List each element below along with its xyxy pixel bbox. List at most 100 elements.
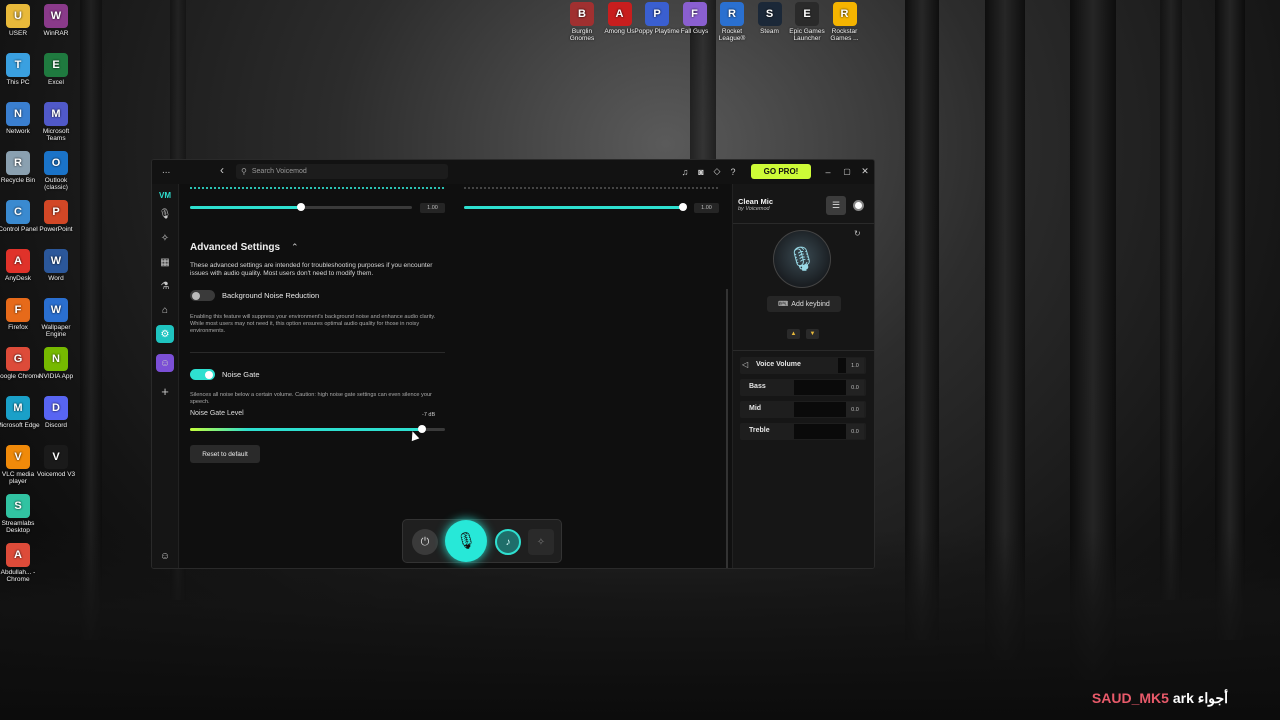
grid-icon[interactable]: ▦: [156, 253, 174, 271]
voice-volume-label: Voice Volume: [756, 361, 801, 368]
firefox-icon: F: [6, 298, 30, 322]
output-volume-slider[interactable]: [464, 203, 687, 211]
noise-gate-label: Noise Gate: [222, 370, 260, 379]
collapse-icon[interactable]: ⌃: [291, 242, 299, 253]
output-volume-value[interactable]: 1.00: [694, 203, 719, 213]
word-icon: W: [44, 249, 68, 273]
sparkle-icon[interactable]: ✧: [156, 229, 174, 247]
thumbs-down-button[interactable]: ▼: [806, 329, 819, 339]
sliders-icon[interactable]: ☰: [826, 196, 846, 215]
desktop-icon-label: WinRAR: [43, 30, 69, 37]
noise-gate-level-slider[interactable]: [190, 425, 445, 433]
search-placeholder: Search Voicemod: [251, 168, 307, 175]
desktop-icon[interactable]: M Microsoft Teams: [33, 102, 79, 142]
help-button[interactable]: ?: [726, 164, 740, 179]
close-button[interactable]: ✕: [858, 164, 872, 179]
desktop-icon[interactable]: P PowerPoint: [33, 200, 79, 233]
minimize-button[interactable]: –: [821, 164, 835, 179]
add-keybind-button[interactable]: ⌨ Add keybind: [767, 296, 841, 312]
input-volume-value[interactable]: 1.00: [420, 203, 445, 213]
desktop-icon[interactable]: W Wallpaper Engine: [33, 298, 79, 338]
chrome-icon: A: [6, 543, 30, 567]
scrollbar[interactable]: [726, 289, 728, 568]
desktop-icon-label: Voicemod V3: [36, 471, 76, 478]
desktop-icon-label: Excel: [48, 79, 64, 86]
settings-icon[interactable]: ⚙: [156, 325, 174, 343]
bell-icon[interactable]: ♫: [678, 164, 692, 179]
desktop-icon[interactable]: W Word: [33, 249, 79, 282]
desktop-icon-label: Abdullah... - Chrome: [0, 569, 36, 583]
bass-row[interactable]: Bass 0.0: [740, 379, 866, 396]
voice-volume-value[interactable]: 1.0: [846, 358, 864, 373]
desktop-icon[interactable]: W WinRAR: [33, 4, 79, 37]
anydesk-icon: A: [6, 249, 30, 273]
slider-knob[interactable]: [297, 203, 305, 211]
maximize-button[interactable]: ▢: [840, 164, 854, 179]
noise-gate-toggle[interactable]: [190, 369, 215, 380]
gift-icon[interactable]: ⌂: [156, 301, 174, 319]
add-icon[interactable]: +: [156, 382, 174, 400]
power-button[interactable]: ⏻: [412, 529, 438, 555]
wallpaper-engine-icon: W: [44, 298, 68, 322]
desktop-icon[interactable]: O Outlook (classic): [33, 151, 79, 191]
recycle-bin-icon: R: [6, 151, 30, 175]
back-button[interactable]: ‹: [220, 163, 224, 177]
divider: [733, 350, 874, 351]
speaker-icon: ◁: [742, 360, 749, 369]
voice-lab-icon[interactable]: ☺: [156, 354, 174, 372]
input-volume-slider[interactable]: [190, 203, 412, 211]
voice-changer-mic-button[interactable]: 🎙: [445, 520, 487, 562]
output-level-meter: [464, 187, 719, 189]
mid-value[interactable]: 0.0: [846, 402, 864, 417]
advanced-settings-title: Advanced Settings: [190, 242, 281, 253]
desktop-icon[interactable]: N NVIDIA App: [33, 347, 79, 380]
monitor-icon: T: [6, 53, 30, 77]
watermark: SAUD_MK5 ark أجواء: [1092, 690, 1228, 707]
flask-icon[interactable]: ⚗: [156, 277, 174, 295]
desktop-icon-label: Microsoft Teams: [42, 128, 70, 142]
slider-knob[interactable]: [679, 203, 687, 211]
desktop-icon[interactable]: V Voicemod V3: [33, 445, 79, 478]
user-icon[interactable]: ☺: [156, 547, 174, 565]
bnr-toggle[interactable]: [190, 290, 215, 301]
game-icon: P: [645, 2, 669, 26]
voice-sidebar: Clean Mic by Voicemod ☰ ↻ 🎙 ⌨ Add keybin…: [732, 184, 874, 568]
voice-name: Clean Mic: [738, 197, 774, 206]
folder-icon: U: [6, 4, 30, 28]
thumbs-up-button[interactable]: ▲: [787, 329, 800, 339]
desktop-icon[interactable]: R Rockstar Games ...: [822, 2, 868, 42]
record-icon[interactable]: [853, 200, 864, 211]
voice-volume-row[interactable]: ◁ Voice Volume 1.0: [740, 357, 866, 374]
effects-button[interactable]: ✧: [528, 529, 554, 555]
desktop-icon[interactable]: E Excel: [33, 53, 79, 86]
search-icon: ⚲: [241, 167, 247, 176]
settings-panel: 1.00 1.00 Advanced Settings ⌃ These adva…: [180, 184, 730, 568]
desktop-icon[interactable]: A Abdullah... - Chrome: [0, 543, 41, 583]
treble-value[interactable]: 0.0: [846, 424, 864, 439]
game-icon: A: [607, 2, 632, 26]
search-input[interactable]: ⚲ Search Voicemod: [236, 164, 448, 179]
voicemod-icon: V: [44, 445, 68, 469]
desktop-icon[interactable]: D Discord: [33, 396, 79, 429]
go-pro-button[interactable]: GO PRO!: [751, 164, 811, 179]
treble-label: Treble: [749, 427, 770, 434]
microphone-icon[interactable]: 🎙: [156, 205, 174, 223]
bass-value[interactable]: 0.0: [846, 380, 864, 395]
reset-button[interactable]: Reset to default: [190, 445, 260, 463]
slider-knob[interactable]: [418, 425, 427, 433]
nvidia-icon: N: [44, 347, 68, 371]
discord-icon[interactable]: ◙: [694, 164, 708, 179]
noise-gate-level-value: -7 dB: [422, 412, 436, 418]
treble-row[interactable]: Treble 0.0: [740, 423, 866, 440]
outlook-icon: O: [44, 151, 68, 175]
hear-myself-button[interactable]: ♪: [495, 529, 521, 555]
desktop-icon-label: Wallpaper Engine: [41, 324, 71, 338]
desktop-icon[interactable]: S Streamlabs Desktop: [0, 494, 41, 534]
advanced-settings-description: These advanced settings are intended for…: [190, 262, 433, 277]
streamlabs-icon: S: [6, 494, 30, 518]
refresh-icon[interactable]: ↻: [854, 229, 861, 238]
mid-row[interactable]: Mid 0.0: [740, 401, 866, 418]
app-menu-button[interactable]: ...: [162, 165, 170, 176]
noise-gate-description: Silences all noise below a certain volum…: [190, 392, 432, 405]
tag-icon[interactable]: ◇: [710, 164, 724, 179]
